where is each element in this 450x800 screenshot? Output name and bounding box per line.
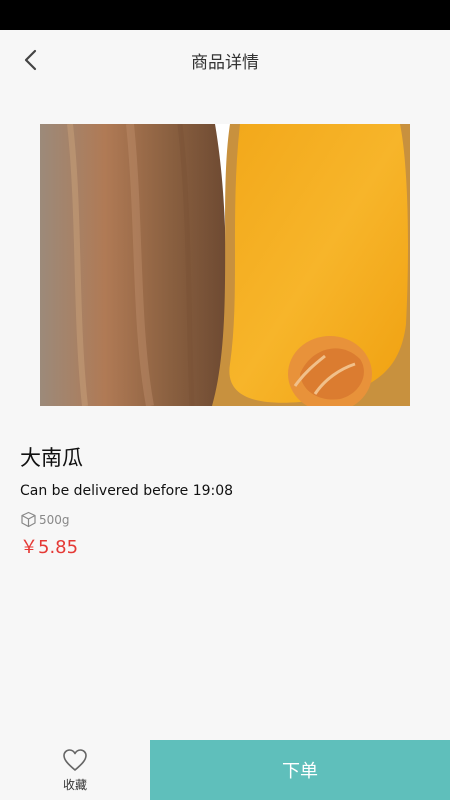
- pumpkin-image: [40, 124, 410, 406]
- favorite-button[interactable]: 收藏: [0, 740, 150, 800]
- back-button[interactable]: [16, 46, 44, 74]
- status-bar: [0, 0, 450, 30]
- place-order-button[interactable]: 下单: [150, 740, 450, 800]
- package-box-icon: [21, 511, 36, 528]
- header: 商品详情: [0, 30, 450, 90]
- page-title: 商品详情: [191, 52, 259, 73]
- product-image: [40, 124, 410, 406]
- favorite-label: 收藏: [62, 777, 87, 792]
- product-name: 大南瓜: [20, 446, 83, 470]
- weight-text: 500g: [39, 512, 70, 527]
- weight-info: 500g: [20, 511, 70, 528]
- heart-outline-icon: [63, 748, 87, 771]
- bottom-bar: 收藏 下单: [0, 740, 450, 800]
- delivery-time-text: Can be delivered before 19:08: [20, 483, 234, 499]
- back-chevron-icon: [24, 49, 37, 71]
- price: ￥5.85: [20, 537, 79, 558]
